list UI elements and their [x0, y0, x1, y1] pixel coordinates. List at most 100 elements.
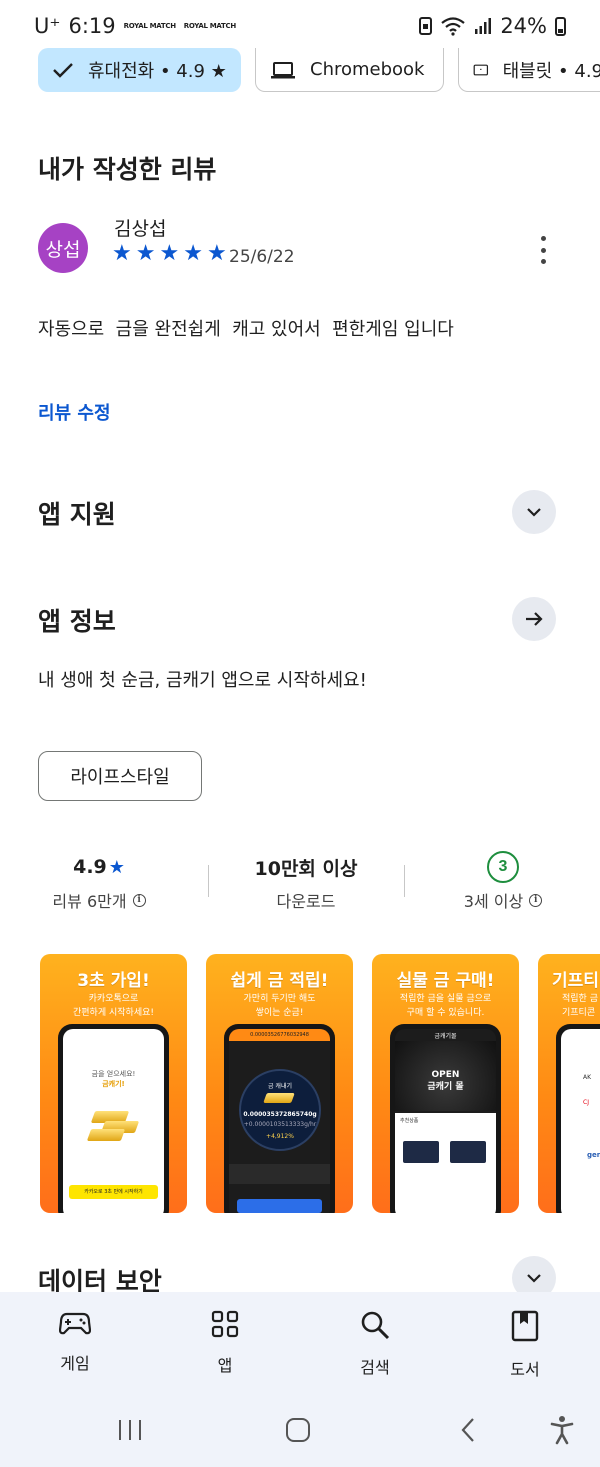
age-rating-badge: 3 [487, 851, 519, 883]
category-chip[interactable]: 라이프스타일 [38, 751, 202, 801]
screen-info-panel [229, 1164, 330, 1184]
recent-apps-icon [119, 1420, 141, 1440]
screen-text: 0.000035372865740g [243, 1111, 317, 1118]
edit-review-link[interactable]: 리뷰 수정 [38, 399, 111, 425]
nav-apps[interactable]: 앱 [180, 1310, 270, 1376]
nav-games[interactable]: 게임 [30, 1310, 120, 1374]
chip-chromebook[interactable]: Chromebook [255, 48, 444, 92]
screen-text: OPEN 금캐기 몰 [427, 1070, 464, 1092]
nav-books[interactable]: 도서 [480, 1310, 570, 1380]
nav-search-label: 검색 [360, 1358, 390, 1377]
system-navigation-bar [0, 1410, 600, 1450]
screenshot-subtitle: 가만히 두기만 해도 쌓이는 순금! [243, 994, 316, 1018]
app-description: 내 생애 첫 순금, 금캐기 앱으로 시작하세요! [38, 670, 367, 691]
stat-divider [208, 865, 209, 897]
gamepad-icon [59, 1312, 91, 1335]
screenshot-4[interactable]: 기프티 적립한 금 기프티콘 AK CJ genie [538, 954, 600, 1213]
signal-icon [475, 18, 492, 34]
screen-text: genie [587, 1151, 600, 1159]
chip-tablet[interactable]: 태블릿 • 4.9 [458, 48, 600, 92]
screenshot-1[interactable]: 3초 가입! 카카오톡으로 간편하게 시작하세요! 금을 얻으세요! 금캐기! … [40, 954, 187, 1213]
downloads-stat: 10만회 이상 다운로드 [221, 852, 391, 912]
status-bar: U⁺ 6:19 ROYAL MATCH ROYAL MATCH 24% [0, 0, 600, 52]
stat-divider [404, 865, 405, 897]
screenshot-title: 3초 가입! [77, 971, 150, 991]
accessibility-icon [550, 1416, 574, 1445]
gold-bar-image [263, 1093, 295, 1103]
recent-apps-button[interactable] [110, 1410, 150, 1450]
screen-text: +4,912% [266, 1133, 294, 1140]
gold-bar-image [86, 1129, 126, 1141]
rating-value: 4.9 [73, 856, 107, 878]
review-text: 자동으로 금을 완전쉽게 캐고 있어서 편한게임 입니다 [38, 319, 454, 340]
tablet-icon [473, 64, 489, 75]
royal-match-notification-icon: ROYAL MATCH [123, 21, 176, 30]
chip-phone[interactable]: 휴대전화 • 4.9 ★ [38, 48, 241, 92]
screen-text: 0.00003526776032948 [229, 1029, 330, 1041]
phone-mockup: AK CJ genie [556, 1024, 600, 1213]
info-icon[interactable]: i [132, 893, 146, 907]
screenshot-3[interactable]: 실물 금 구매! 적립한 금을 실물 금으로 구매 할 수 있습니다. 금캐기몰… [372, 954, 519, 1213]
screenshot-title: 기프티 [552, 971, 599, 991]
app-support-expand-button[interactable] [512, 490, 556, 534]
star-icon: ★ [112, 241, 132, 266]
accessibility-button[interactable] [542, 1410, 582, 1450]
app-support-heading: 앱 지원 [38, 500, 116, 529]
screen-text: 금캐기몰 [434, 1033, 457, 1040]
star-icon: ★ [183, 241, 203, 266]
downloads-label: 다운로드 [276, 892, 336, 911]
screenshot-carousel[interactable]: 3초 가입! 카카오톡으로 간편하게 시작하세요! 금을 얻으세요! 금캐기! … [40, 954, 600, 1214]
back-icon [461, 1418, 474, 1442]
book-icon [511, 1310, 539, 1342]
rating-stat: 4.9 ★ 리뷰 6만개 i [14, 852, 184, 912]
my-review-heading: 내가 작성한 리뷰 [38, 155, 217, 184]
reviewer-name: 김상섭 [114, 218, 167, 240]
screen-banner: OPEN 금캐기 몰 [395, 1041, 496, 1111]
age-stat: 3 3세 이상 i [418, 851, 588, 912]
apps-grid-icon [211, 1310, 239, 1338]
laptop-icon [271, 61, 295, 78]
info-icon[interactable]: i [529, 893, 543, 907]
app-info-open-button[interactable] [512, 597, 556, 641]
clock: 6:19 [68, 14, 116, 38]
age-label: 3세 이상 [463, 892, 524, 911]
star-icon: ★ [206, 241, 227, 266]
lock-notification-icon [419, 17, 433, 35]
screenshot-subtitle: 적립한 금 기프티콘 [562, 994, 598, 1018]
avatar: 상섭 [38, 223, 88, 273]
chip-tablet-label: 태블릿 • 4.9 [502, 60, 600, 82]
screen-text: 금 캐내기 [268, 1083, 292, 1090]
screen-text: +0.0000103513333g/hr [243, 1121, 317, 1128]
product-card [450, 1141, 486, 1163]
nav-games-label: 게임 [60, 1354, 90, 1373]
downloads-value: 10만회 이상 [254, 857, 358, 880]
screenshot-title: 쉽게 금 적립! [230, 971, 329, 991]
home-icon [286, 1418, 310, 1442]
screen-text: CJ [583, 1099, 589, 1106]
screenshot-2[interactable]: 쉽게 금 적립! 가만히 두기만 해도 쌓이는 순금! 0.0000352677… [206, 954, 353, 1213]
screenshot-title: 실물 금 구매! [396, 971, 495, 991]
screen-text: 금을 얻으세요! [91, 1070, 136, 1078]
nav-search[interactable]: 검색 [330, 1310, 420, 1378]
chevron-down-icon [527, 1274, 541, 1283]
battery-icon [555, 16, 566, 36]
screen-action-button [237, 1199, 322, 1213]
device-filter-chips: 휴대전화 • 4.9 ★ Chromebook 태블릿 • 4.9 [38, 48, 600, 92]
screenshot-subtitle: 적립한 금을 실물 금으로 구매 할 수 있습니다. [399, 994, 492, 1018]
chip-chromebook-label: Chromebook [310, 59, 425, 80]
star-icon: ★ [108, 856, 125, 878]
wifi-icon [441, 17, 466, 36]
screen-kakao-button: 카카오로 3초 만에 시작하기 [69, 1185, 158, 1199]
rating-label: 리뷰 6만개 [52, 892, 127, 911]
more-options-icon[interactable] [536, 236, 550, 264]
nav-books-label: 도서 [510, 1360, 540, 1379]
screen-product-area: 추천상품 [395, 1113, 496, 1213]
home-button[interactable] [278, 1410, 318, 1450]
phone-mockup: 금을 얻으세요! 금캐기! 카카오로 3초 만에 시작하기 [58, 1024, 169, 1213]
chip-phone-label: 휴대전화 • 4.9 ★ [88, 61, 227, 82]
back-button[interactable] [448, 1410, 488, 1450]
battery-percent: 24% [500, 14, 547, 38]
royal-match-notification-icon: ROYAL MATCH [183, 21, 236, 30]
chevron-down-icon [527, 508, 541, 517]
search-icon [361, 1311, 390, 1340]
